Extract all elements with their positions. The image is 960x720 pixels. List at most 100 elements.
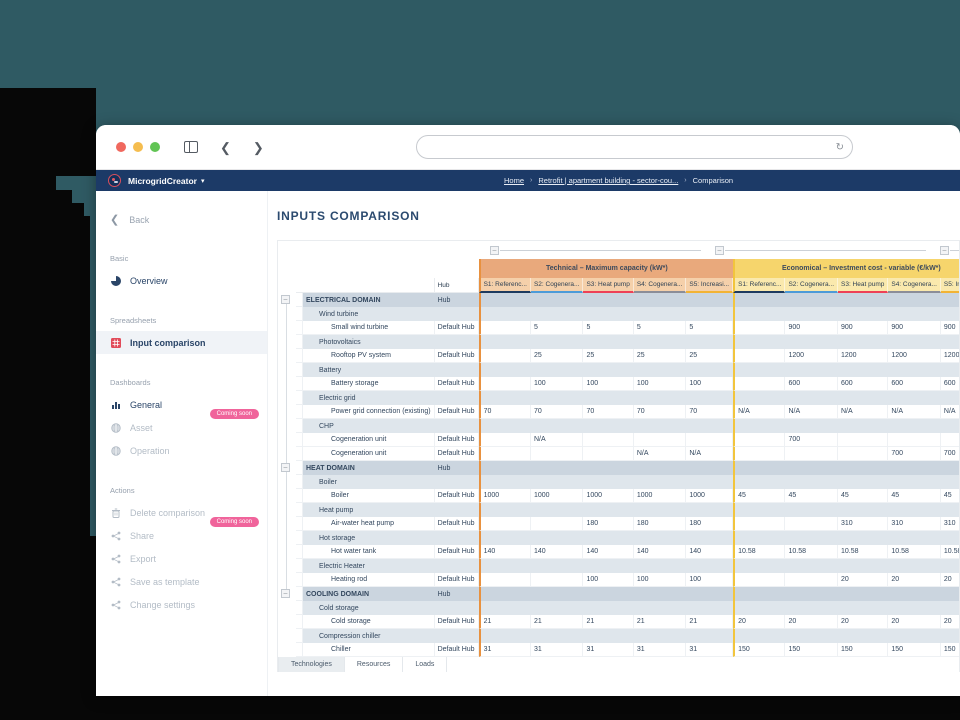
domain-row[interactable]: ELECTRICAL DOMAIN Hub — [296, 293, 959, 307]
sidebar-item-label: Overview — [130, 275, 168, 286]
share-icon — [110, 576, 121, 587]
value-cell — [733, 349, 786, 363]
value-cell: 150 — [785, 643, 838, 657]
tech-row[interactable]: Small wind turbine Default Hub 5 5 5 5 900 900 9… — [296, 321, 959, 335]
value-cell — [733, 475, 786, 489]
row-group-collapse-toggle[interactable]: – — [281, 463, 290, 472]
scenario-column-header[interactable]: S5: Increasi... — [686, 278, 734, 293]
tech-row[interactable]: Battery storage Default Hub 100 100 100 100 60… — [296, 377, 959, 391]
value-cell — [583, 363, 634, 377]
sidebar-item-asset[interactable]: Asset Coming soon — [96, 409, 267, 439]
chevron-down-icon[interactable]: ▾ — [201, 177, 205, 185]
domain-row[interactable]: COOLING DOMAIN Hub — [296, 587, 959, 601]
value-cell: 10.58 — [733, 545, 786, 559]
value-cell: 70 — [633, 405, 687, 419]
value-cell: 70 — [686, 405, 734, 419]
tech-row[interactable]: Cogeneration unit Default Hub N/A 700 — [296, 433, 959, 447]
sidebar-section-label: Dashboards — [110, 378, 151, 387]
scenario-column-header[interactable]: S5: Increasi... — [940, 278, 959, 293]
scenario-column-header[interactable]: S4: Cogenera... — [633, 278, 687, 293]
sidebar-item-change-settings[interactable]: Change settings — [96, 593, 267, 616]
value-cell — [733, 461, 786, 475]
scenario-column-header[interactable]: S3: Heat pump — [838, 278, 889, 293]
value-cell — [940, 335, 959, 349]
back-navigation-icon[interactable]: ❮ — [220, 141, 231, 154]
value-cell — [583, 503, 634, 517]
reload-icon[interactable]: ↻ — [836, 142, 844, 153]
scenario-column-header[interactable]: S1: Referenc... — [478, 278, 531, 293]
sidebar-item-input-comparison[interactable]: Input comparison — [96, 331, 267, 354]
category-row: Wind turbine — [296, 307, 959, 321]
maximize-window-button[interactable] — [150, 142, 160, 152]
forward-navigation-icon[interactable]: ❯ — [253, 141, 264, 154]
group-collapse-toggle[interactable]: – — [490, 246, 703, 255]
value-cell — [888, 419, 941, 433]
value-cell — [888, 503, 941, 517]
value-cell — [940, 601, 959, 615]
collapse-minus-icon[interactable]: – — [715, 246, 724, 255]
value-cell: 310 — [838, 517, 889, 531]
value-cell: 180 — [633, 517, 687, 531]
sidebar-item-save-as-template[interactable]: Save as template — [96, 570, 267, 593]
row-lead-cell — [296, 307, 303, 321]
value-cell: 45 — [838, 489, 889, 503]
tech-row[interactable]: Cogeneration unit Default Hub N/A N/A 700 700 — [296, 447, 959, 461]
row-hub-cell — [434, 335, 479, 349]
sidebar: ❮ Back Basic Overview Spreadsheets Input co… — [96, 191, 268, 696]
scenario-column-header[interactable]: S3: Heat pump — [583, 278, 634, 293]
category-row: Compression chiller — [296, 629, 959, 643]
row-name-cell: Hot storage — [303, 531, 435, 545]
domain-row[interactable]: HEAT DOMAIN Hub — [296, 461, 959, 475]
sidebar-item-operation[interactable]: Operation — [96, 439, 267, 462]
value-cell — [838, 531, 889, 545]
group-collapse-toggle[interactable]: – — [715, 246, 928, 255]
app-logo-icon[interactable] — [108, 174, 121, 187]
row-hub-cell — [434, 391, 479, 405]
back-button[interactable]: ❮ Back — [96, 209, 267, 230]
tab-resources[interactable]: Resources — [343, 657, 404, 672]
value-cell — [583, 433, 634, 447]
column-group-header[interactable]: Technical – Maximum capacity (kW*) — [478, 259, 734, 278]
breadcrumb-item[interactable]: Comparison — [693, 176, 733, 185]
tech-row[interactable]: Chiller Default Hub 31 31 31 31 31 150 150 150 150… — [296, 643, 959, 657]
scenario-column-header[interactable]: S4: Cogenera... — [888, 278, 941, 293]
tech-row[interactable]: Power grid connection (existing) Default … — [296, 405, 959, 419]
tab-loads[interactable]: Loads — [402, 657, 448, 672]
tab-technologies[interactable]: Technologies — [278, 657, 345, 672]
value-cell: 1000 — [686, 489, 734, 503]
value-cell: N/A — [633, 447, 687, 461]
row-group-collapse-toggle[interactable]: – — [281, 295, 290, 304]
value-cell — [686, 601, 734, 615]
sidebar-item-label: Change settings — [130, 599, 196, 610]
sidebar-toggle-icon[interactable] — [184, 141, 198, 153]
tech-row[interactable]: Cold storage Default Hub 21 21 21 21 21 20 20 20 2… — [296, 615, 959, 629]
sidebar-item-export[interactable]: Export — [96, 547, 267, 570]
breadcrumb-item[interactable]: Home — [504, 176, 524, 185]
collapse-minus-icon[interactable]: – — [490, 246, 499, 255]
column-group-header[interactable]: Economical – Investment cost - variable … — [733, 259, 959, 278]
row-lead-cell — [296, 321, 303, 335]
tech-row[interactable]: Rooftop PV system Default Hub 25 25 25 25 1200… — [296, 349, 959, 363]
tech-row[interactable]: Boiler Default Hub 1000 1000 1000 1000 1000 45 4… — [296, 489, 959, 503]
minimize-window-button[interactable] — [133, 142, 143, 152]
globe-icon — [110, 445, 121, 456]
scenario-column-header[interactable]: S1: Referenc... — [733, 278, 786, 293]
value-cell — [583, 531, 634, 545]
scenario-column-header[interactable]: S2: Cogenera... — [530, 278, 584, 293]
sidebar-item-overview[interactable]: Overview — [96, 269, 267, 292]
row-group-collapse-toggle[interactable]: – — [281, 589, 290, 598]
sidebar-item-share[interactable]: Share Coming soon — [96, 517, 267, 547]
tech-row[interactable]: Hot water tank Default Hub 140 140 140 140 140… — [296, 545, 959, 559]
collapse-minus-icon[interactable]: – — [940, 246, 949, 255]
tech-row[interactable]: Air-water heat pump Default Hub 180 180 180 3… — [296, 517, 959, 531]
app-name[interactable]: MicrogridCreator — [128, 176, 197, 186]
tech-row[interactable]: Heating rod Default Hub 100 100 100 20 20 20 — [296, 573, 959, 587]
table-corner — [296, 259, 479, 278]
value-cell: 5 — [633, 321, 687, 335]
address-bar[interactable]: ↻ — [416, 135, 853, 159]
group-collapse-toggle[interactable]: – — [940, 246, 959, 255]
breadcrumb-item[interactable]: Retrofit | apartment building - sector-c… — [538, 176, 678, 185]
value-cell: 600 — [838, 377, 889, 391]
close-window-button[interactable] — [116, 142, 126, 152]
scenario-column-header[interactable]: S2: Cogenera... — [785, 278, 838, 293]
